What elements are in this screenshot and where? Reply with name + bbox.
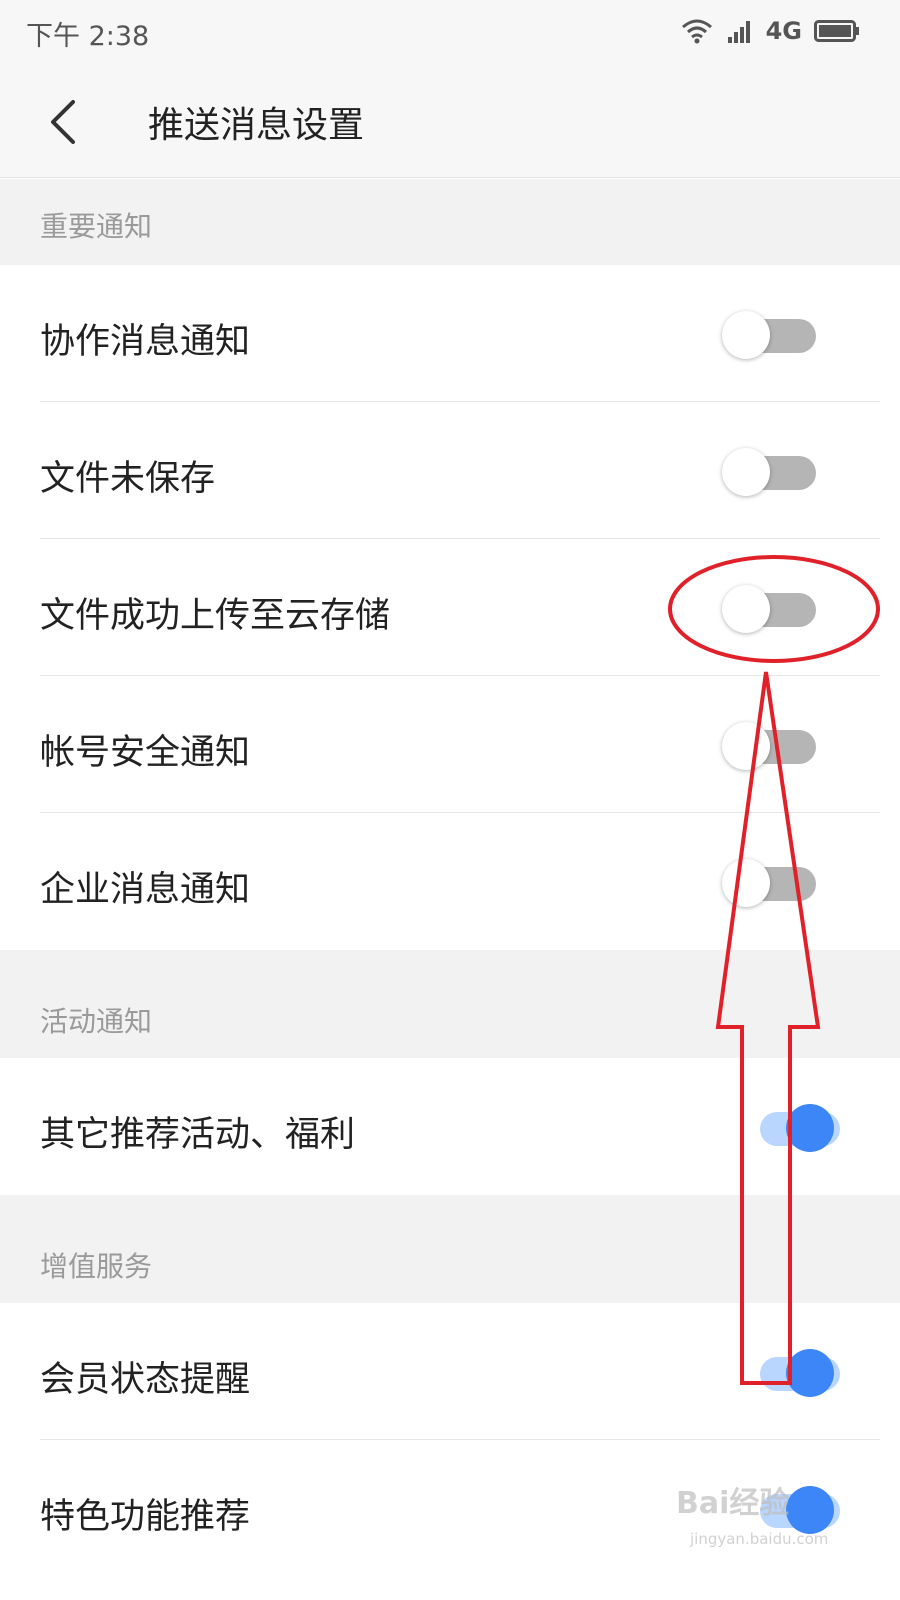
section-header-activity: 活动通知 bbox=[0, 950, 900, 1058]
toggle-knob bbox=[786, 1104, 834, 1152]
toggle-knob bbox=[722, 311, 770, 359]
wifi-icon bbox=[681, 19, 712, 44]
collab-notify-toggle[interactable] bbox=[722, 309, 822, 361]
setting-row-membership: 会员状态提醒 bbox=[0, 1303, 900, 1440]
signal-icon bbox=[727, 21, 750, 43]
upload-success-toggle[interactable] bbox=[722, 583, 822, 635]
status-bar: 下午 2:38 4G bbox=[0, 0, 900, 62]
promotions-toggle[interactable] bbox=[740, 1102, 840, 1154]
setting-row-enterprise: 企业消息通知 bbox=[0, 813, 900, 950]
unsaved-file-toggle[interactable] bbox=[722, 446, 822, 498]
toggle-knob bbox=[786, 1486, 834, 1534]
account-security-toggle[interactable] bbox=[722, 720, 822, 772]
setting-label: 文件未保存 bbox=[40, 459, 216, 499]
enterprise-notify-toggle[interactable] bbox=[722, 857, 822, 909]
section-title: 增值服务 bbox=[40, 1250, 153, 1283]
setting-label: 其它推荐活动、福利 bbox=[40, 1115, 356, 1155]
app-bar: 推送消息设置 bbox=[0, 62, 900, 178]
section-title: 重要通知 bbox=[40, 210, 153, 243]
membership-status-toggle[interactable] bbox=[740, 1347, 840, 1399]
setting-label: 协作消息通知 bbox=[40, 322, 251, 362]
setting-row-unsaved: 文件未保存 bbox=[0, 402, 900, 539]
setting-label: 文件成功上传至云存储 bbox=[40, 596, 391, 636]
setting-label: 企业消息通知 bbox=[40, 870, 251, 910]
toggle-knob bbox=[722, 448, 770, 496]
toggle-knob bbox=[786, 1349, 834, 1397]
back-button[interactable] bbox=[30, 90, 94, 154]
watermark-url: jingyan.baidu.com bbox=[690, 1530, 829, 1548]
setting-label: 帐号安全通知 bbox=[40, 733, 251, 773]
battery-icon bbox=[814, 20, 859, 42]
setting-label: 会员状态提醒 bbox=[40, 1360, 251, 1400]
toggle-knob bbox=[722, 722, 770, 770]
page-title: 推送消息设置 bbox=[148, 105, 365, 146]
watermark-logo: Bai经验 bbox=[676, 1486, 790, 1521]
setting-row-security: 帐号安全通知 bbox=[0, 676, 900, 813]
back-arrow-icon bbox=[51, 100, 75, 144]
setting-row-collab: 协作消息通知 bbox=[0, 265, 900, 402]
section-title: 活动通知 bbox=[40, 1005, 153, 1038]
status-time: 下午 2:38 bbox=[26, 21, 150, 52]
section-header-important: 重要通知 bbox=[0, 179, 900, 265]
setting-row-upload: 文件成功上传至云存储 bbox=[0, 539, 900, 676]
toggle-knob bbox=[722, 859, 770, 907]
toggle-knob bbox=[722, 585, 770, 633]
setting-label: 特色功能推荐 bbox=[40, 1497, 251, 1537]
network-type: 4G bbox=[765, 17, 802, 45]
section-header-vas: 增值服务 bbox=[0, 1195, 900, 1303]
setting-row-promotions: 其它推荐活动、福利 bbox=[0, 1058, 900, 1195]
status-icons: 4G bbox=[680, 14, 860, 48]
